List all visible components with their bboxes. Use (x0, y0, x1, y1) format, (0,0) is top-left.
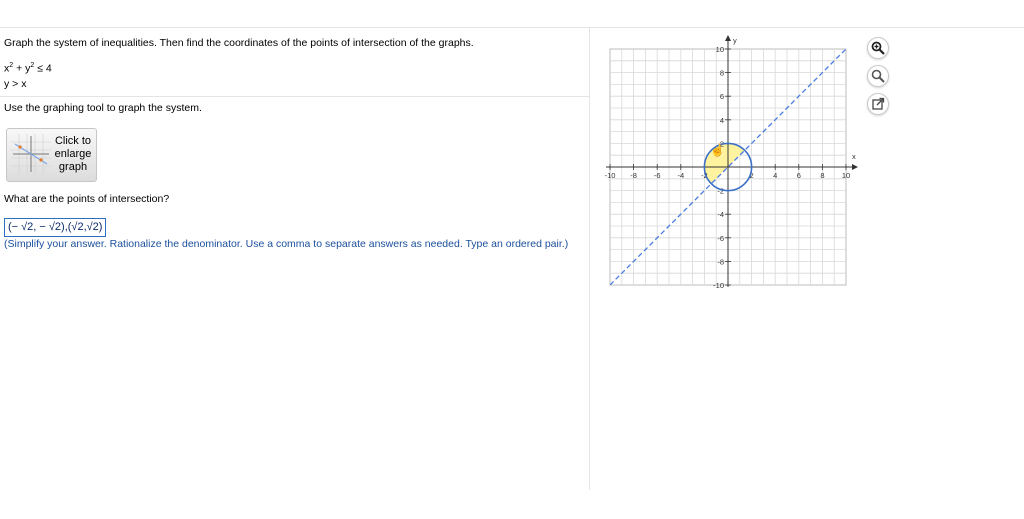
graph-thumbnail-icon (11, 134, 51, 174)
x-tick-label: -4 (677, 171, 684, 180)
answer-hint: (Simplify your answer. Rationalize the d… (4, 238, 569, 250)
x-tick-label: 10 (842, 171, 850, 180)
popout-button[interactable] (867, 93, 889, 115)
x-axis-arrow (852, 164, 858, 170)
y-axis-label: y (733, 36, 737, 45)
intersection-prompt: What are the points of intersection? (4, 193, 170, 205)
inequality-2: y > x (4, 78, 27, 90)
y-tick-label: 4 (720, 116, 724, 125)
y-tick-label: -6 (717, 234, 724, 243)
enlarge-graph-button[interactable]: Click to enlarge graph (6, 128, 97, 182)
y-axis-arrow (725, 35, 731, 41)
x-tick-label: 4 (773, 171, 777, 180)
y-tick-label: -4 (717, 210, 724, 219)
zoom-in-icon (871, 41, 885, 55)
x-tick-label: -6 (654, 171, 661, 180)
x-tick-label: 6 (797, 171, 801, 180)
y-tick-label: 10 (716, 45, 724, 54)
y-tick-label: -10 (713, 281, 724, 290)
x-tick-label: -8 (630, 171, 637, 180)
zoom-in-button[interactable] (867, 37, 889, 59)
divider (0, 96, 589, 97)
x-axis-label: x (852, 152, 856, 161)
y-tick-label: 6 (720, 92, 724, 101)
question-text: Graph the system of inequalities. Then f… (4, 37, 474, 49)
coordinate-graph[interactable]: -10 -8 -6 -4 -2 2 4 6 8 10108642-2-4-6-8-10xy☝ (600, 32, 860, 294)
panel-divider (589, 28, 590, 490)
instruction-text: Use the graphing tool to graph the syste… (4, 102, 202, 114)
x-tick-label: 8 (820, 171, 824, 180)
popout-icon (872, 97, 885, 110)
inequality-1: x2 + y2 ≤ 4 (4, 62, 52, 75)
top-border (0, 27, 1024, 28)
y-tick-label: 8 (720, 69, 724, 78)
zoom-out-button[interactable] (867, 65, 889, 87)
zoom-out-icon (871, 69, 885, 83)
hand-cursor-icon: ☝ (710, 142, 725, 157)
enlarge-graph-label: Click to enlarge graph (54, 135, 92, 173)
answer-input[interactable]: (− √2, − √2),(√2,√2) (4, 218, 107, 237)
x-tick-label: -10 (605, 171, 616, 180)
y-tick-label: -8 (717, 257, 724, 266)
